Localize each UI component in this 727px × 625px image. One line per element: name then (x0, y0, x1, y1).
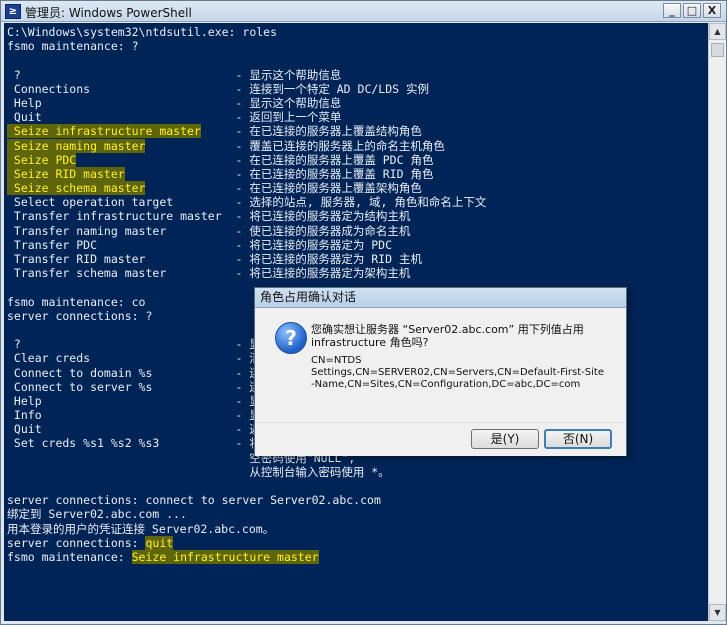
console-line: Transfer PDC - 将已连接的服务器定为 PDC (7, 238, 486, 252)
console-line: Seize infrastructure master - 在已连接的服务器上覆… (7, 124, 486, 139)
console-text: Transfer naming master - 使已连接的服务器成为命名主机 (7, 223, 411, 238)
console-text: 用本登录的用户的凭证连接 Server02.abc.com。 (7, 521, 275, 536)
highlighted-command: Seize schema master (7, 181, 146, 196)
console-text: Connect to domain %s - 连 (7, 365, 261, 380)
console-text: ? - 显示这个帮助信息 (7, 67, 342, 82)
highlighted-command: Seize infrastructure master (7, 124, 201, 139)
console-text: Quit - 返回到上一个菜单 (7, 110, 342, 125)
confirm-seize-dialog: 角色占用确认对话 ? 您确实想让服务器 “Server02.abc.com” 用… (254, 287, 627, 456)
console-text: 从控制台输入密码使用 *。 (7, 464, 390, 479)
console-text: server connections: (7, 535, 146, 550)
console-text: server connections: connect to server Se… (7, 493, 381, 508)
console-line: fsmo maintenance: ? (7, 39, 486, 53)
dialog-message-line-1: 您确实想让服务器 “Server02.abc.com” 用下列值占用 (311, 323, 584, 336)
console-line: C:\Windows\system32\ntdsutil.exe: roles (7, 25, 486, 39)
dialog-message-line-2: infrastructure 角色吗? (311, 336, 429, 349)
console-text: 绑定到 Server02.abc.com ... (7, 507, 187, 522)
console-text: fsmo maintenance: co (7, 294, 146, 309)
console-line: server connections: connect to server Se… (7, 493, 486, 507)
dialog-detail: CN=NTDS Settings,CN=SERVER02,CN=Servers,… (311, 355, 611, 391)
console-line: 绑定到 Server02.abc.com ... (7, 507, 486, 521)
dialog-title[interactable]: 角色占用确认对话 (255, 288, 626, 308)
console-text: Help - 显示这个帮助信息 (7, 95, 342, 110)
console-text: Connections - 连接到一个特定 AD DC/LDS 实例 (7, 81, 429, 96)
question-icon: ? (275, 322, 307, 354)
highlighted-command: Seize PDC (7, 152, 77, 167)
console-text: Set creds %s1 %s2 %s3 - 将 (7, 436, 261, 451)
console-line: Seize schema master - 在已连接的服务器上覆盖架构角色 (7, 181, 486, 196)
console-text: server connections: ? (7, 308, 153, 323)
vertical-scrollbar[interactable]: ▲ ▼ (708, 23, 726, 621)
minimize-button[interactable]: _ (663, 3, 681, 18)
window-title: 管理员: Windows PowerShell (25, 6, 192, 20)
console-line: Help - 显示这个帮助信息 (7, 96, 486, 110)
console-text: - 在已连接的服务器上覆盖 PDC 角色 (76, 152, 434, 167)
console-line: Seize RID master - 在已连接的服务器上覆盖 RID 角色 (7, 166, 486, 181)
console-line: Transfer naming master - 使已连接的服务器成为命名主机 (7, 224, 486, 238)
yes-button[interactable]: 是(Y) (471, 429, 539, 449)
console-line: Seize PDC - 在已连接的服务器上覆盖 PDC 角色 (7, 152, 486, 167)
powershell-icon: ≥ (5, 4, 21, 19)
console-line: Transfer RID master - 将已连接的服务器定为 RID 主机 (7, 252, 486, 266)
close-button[interactable]: X (703, 3, 721, 18)
console-text: Select operation target - 选择的站点, 服务器, 域,… (7, 195, 487, 210)
scroll-up-arrow-icon[interactable]: ▲ (709, 23, 726, 40)
console-text: Info - 显 (7, 408, 261, 423)
console-text: - 覆盖已连接的服务器上的命名主机角色 (145, 138, 445, 153)
highlighted-command: quit (145, 535, 174, 550)
console-text: ? - 显 (7, 337, 261, 352)
dialog-message: 您确实想让服务器 “Server02.abc.com” 用下列值占用 infra… (311, 323, 611, 349)
console-text: - 在已连接的服务器上覆盖架构角色 (145, 181, 422, 196)
console-text: Transfer schema master - 将已连接的服务器定为架构主机 (7, 266, 411, 281)
console-text: Transfer PDC - 将已连接的服务器定为 PDC (7, 237, 393, 252)
powershell-window: ≥ 管理员: Windows PowerShell _ □ X C:\Windo… (0, 0, 727, 625)
highlighted-command: Seize RID master (7, 166, 125, 181)
console-text: Transfer infrastructure master - 将已连接的服务… (7, 209, 411, 224)
console-line: Transfer infrastructure master - 将已连接的服务… (7, 209, 486, 223)
console-text: C:\Windows\system32\ntdsutil.exe: roles (7, 25, 278, 39)
console-line: Seize naming master - 覆盖已连接的服务器上的命名主机角色 (7, 138, 486, 153)
console-line: 从控制台输入密码使用 *。 (7, 465, 486, 479)
dialog-detail-line-2: Settings,CN=SERVER02,CN=Servers,CN=Defau… (311, 367, 604, 378)
scroll-down-arrow-icon[interactable]: ▼ (709, 604, 726, 621)
console-line: ? - 显示这个帮助信息 (7, 68, 486, 82)
console-line: Transfer schema master - 将已连接的服务器定为架构主机 (7, 266, 486, 280)
console-line: server connections: quit (7, 535, 486, 550)
dialog-button-bar: 是(Y) 否(N) (255, 422, 626, 456)
highlighted-command: Seize infrastructure master (131, 549, 319, 564)
highlighted-command: Seize naming master (7, 138, 146, 153)
console-text: Clear creds - 清 (7, 351, 261, 366)
console-line: 用本登录的用户的凭证连接 Server02.abc.com。 (7, 522, 486, 536)
console-text: Help - 显 (7, 393, 261, 408)
title-bar[interactable]: ≥ 管理员: Windows PowerShell _ □ X (1, 1, 726, 22)
console-text: fsmo maintenance: (7, 549, 132, 564)
no-button[interactable]: 否(N) (544, 429, 612, 449)
maximize-button[interactable]: □ (683, 3, 701, 18)
console-text: Connect to server %s - 连 (7, 379, 261, 394)
dialog-detail-line-3: -Name,CN=Sites,CN=Configuration,DC=abc,D… (311, 379, 581, 390)
console-line: Select operation target - 选择的站点, 服务器, 域,… (7, 195, 486, 209)
console-text: Quit - 返 (7, 422, 261, 437)
console-text: - 在已连接的服务器上覆盖 RID 角色 (124, 166, 434, 181)
dialog-detail-line-1: CN=NTDS (311, 355, 362, 366)
console-line: Connections - 连接到一个特定 AD DC/LDS 实例 (7, 82, 486, 96)
console-text: Transfer RID master - 将已连接的服务器定为 RID 主机 (7, 252, 422, 266)
scrollbar-thumb[interactable] (711, 43, 724, 57)
console-line: fsmo maintenance: Seize infrastructure m… (7, 549, 486, 564)
console-text: fsmo maintenance: ? (7, 39, 139, 54)
console-text: - 在已连接的服务器上覆盖结构角色 (200, 124, 422, 139)
console-line: Quit - 返回到上一个菜单 (7, 110, 486, 124)
